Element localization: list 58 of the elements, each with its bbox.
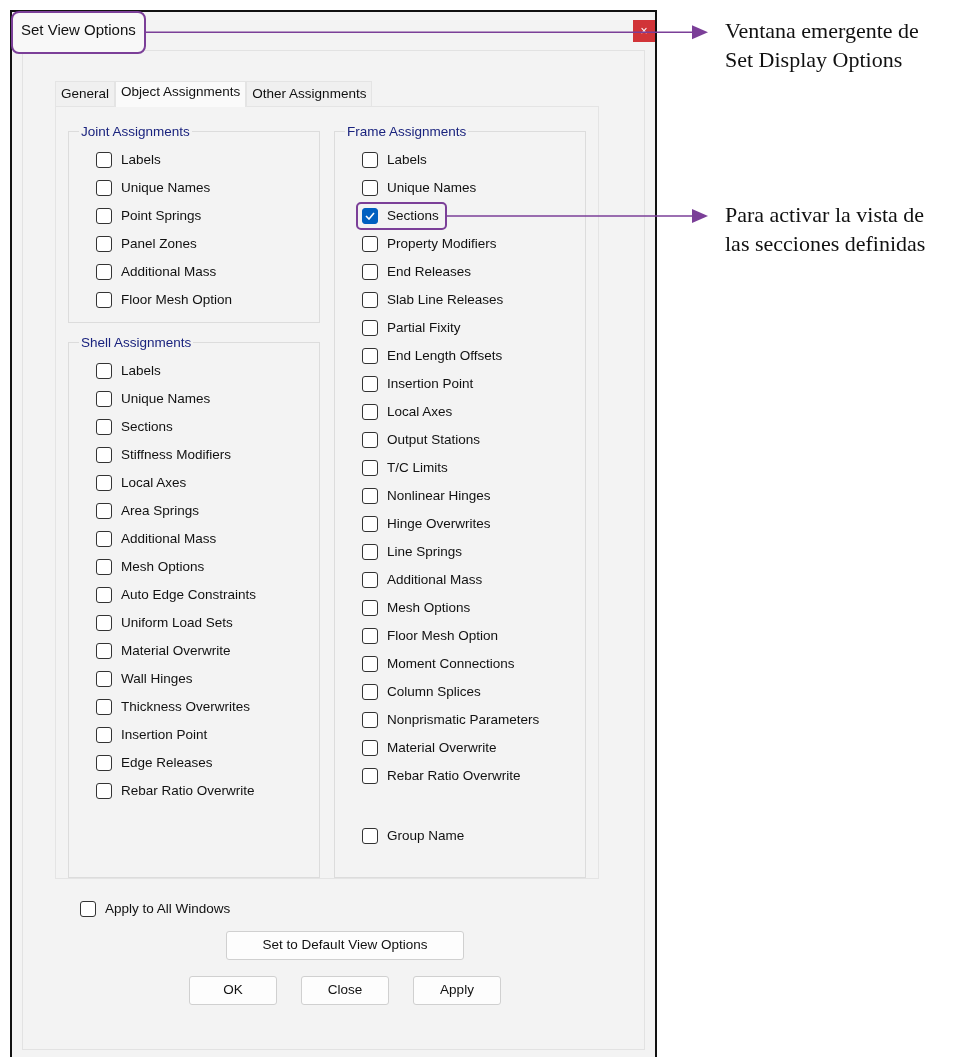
- checkbox-option[interactable]: Slab Line Releases: [356, 286, 512, 314]
- window-title: Set View Options: [11, 11, 146, 54]
- checkbox-option[interactable]: Nonprismatic Parameters: [356, 706, 548, 734]
- dialog-button[interactable]: OK: [189, 976, 277, 1005]
- checkbox-option[interactable]: End Releases: [356, 258, 480, 286]
- checkbox-option[interactable]: Edge Releases: [90, 749, 221, 777]
- checkbox-option[interactable]: Floor Mesh Option: [90, 286, 241, 314]
- checkbox-option[interactable]: Apply to All Windows: [74, 895, 239, 923]
- checkbox-option[interactable]: Mesh Options: [356, 594, 479, 622]
- checkbox-option[interactable]: Point Springs: [90, 202, 210, 230]
- checkbox-option[interactable]: T/C Limits: [356, 454, 456, 482]
- checkbox-option[interactable]: Rebar Ratio Overwrite: [90, 777, 263, 805]
- dialog-button[interactable]: Close: [301, 976, 389, 1005]
- annotation-text: Para activar la vista de las secciones definidas: [725, 201, 927, 258]
- checkbox-option[interactable]: Unique Names: [90, 174, 219, 202]
- checkbox-option[interactable]: Labels: [90, 146, 169, 174]
- checkbox-option[interactable]: Partial Fixity: [356, 314, 469, 342]
- checkbox-option[interactable]: Floor Mesh Option: [356, 622, 507, 650]
- checkbox-option[interactable]: Property Modifiers: [356, 230, 505, 258]
- checkbox-option[interactable]: Panel Zones: [90, 230, 205, 258]
- checkbox-option[interactable]: Wall Hinges: [90, 665, 201, 693]
- checkbox-option[interactable]: Thickness Overwrites: [90, 693, 259, 721]
- checkbox-option[interactable]: Unique Names: [356, 174, 485, 202]
- checkbox-option[interactable]: Auto Edge Constraints: [90, 581, 265, 609]
- checkbox-option[interactable]: Local Axes: [90, 469, 195, 497]
- checkbox-option[interactable]: Group Name: [356, 822, 473, 850]
- checkbox-option[interactable]: Mesh Options: [90, 553, 213, 581]
- checkbox-option[interactable]: Unique Names: [90, 385, 219, 413]
- checkbox-option[interactable]: End Length Offsets: [356, 342, 511, 370]
- checkbox-option[interactable]: Local Axes: [356, 398, 461, 426]
- tab[interactable]: Object Assignments: [115, 80, 247, 107]
- default-view-options-button[interactable]: Set to Default View Options: [226, 931, 464, 960]
- checkbox-option[interactable]: Area Springs: [90, 497, 208, 525]
- checkbox-option[interactable]: Output Stations: [356, 426, 489, 454]
- checkbox-option[interactable]: Line Springs: [356, 538, 471, 566]
- tab[interactable]: General: [55, 80, 116, 106]
- checkbox-option[interactable]: Moment Connections: [356, 650, 523, 678]
- checkbox-option[interactable]: Material Overwrite: [90, 637, 239, 665]
- checkbox-option[interactable]: Column Splices: [356, 678, 489, 706]
- checkbox-option[interactable]: Sections: [90, 413, 181, 441]
- annotation-text: Ventana emergente de Set Display Options: [725, 17, 920, 74]
- checkbox-option[interactable]: Additional Mass: [90, 525, 225, 553]
- checkbox-option[interactable]: Insertion Point: [356, 370, 482, 398]
- dialog-button[interactable]: Apply: [413, 976, 501, 1005]
- checkbox-option[interactable]: Hinge Overwrites: [356, 510, 499, 538]
- checkbox-option[interactable]: Additional Mass: [356, 566, 491, 594]
- checkbox-option[interactable]: Insertion Point: [90, 721, 216, 749]
- checkmark-icon: [365, 212, 375, 220]
- checkbox-option[interactable]: Labels: [356, 146, 435, 174]
- tab[interactable]: Other Assignments: [246, 80, 373, 106]
- checkbox-option[interactable]: Nonlinear Hinges: [356, 482, 499, 510]
- checkbox-option[interactable]: Uniform Load Sets: [90, 609, 241, 637]
- checkbox-option[interactable]: Labels: [90, 357, 169, 385]
- checkbox-option[interactable]: Sections: [356, 202, 447, 230]
- checkbox-option[interactable]: Stiffness Modifiers: [90, 441, 240, 469]
- checkbox-option[interactable]: Material Overwrite: [356, 734, 505, 762]
- checkbox-option[interactable]: Additional Mass: [90, 258, 225, 286]
- checkbox-option[interactable]: Rebar Ratio Overwrite: [356, 762, 529, 790]
